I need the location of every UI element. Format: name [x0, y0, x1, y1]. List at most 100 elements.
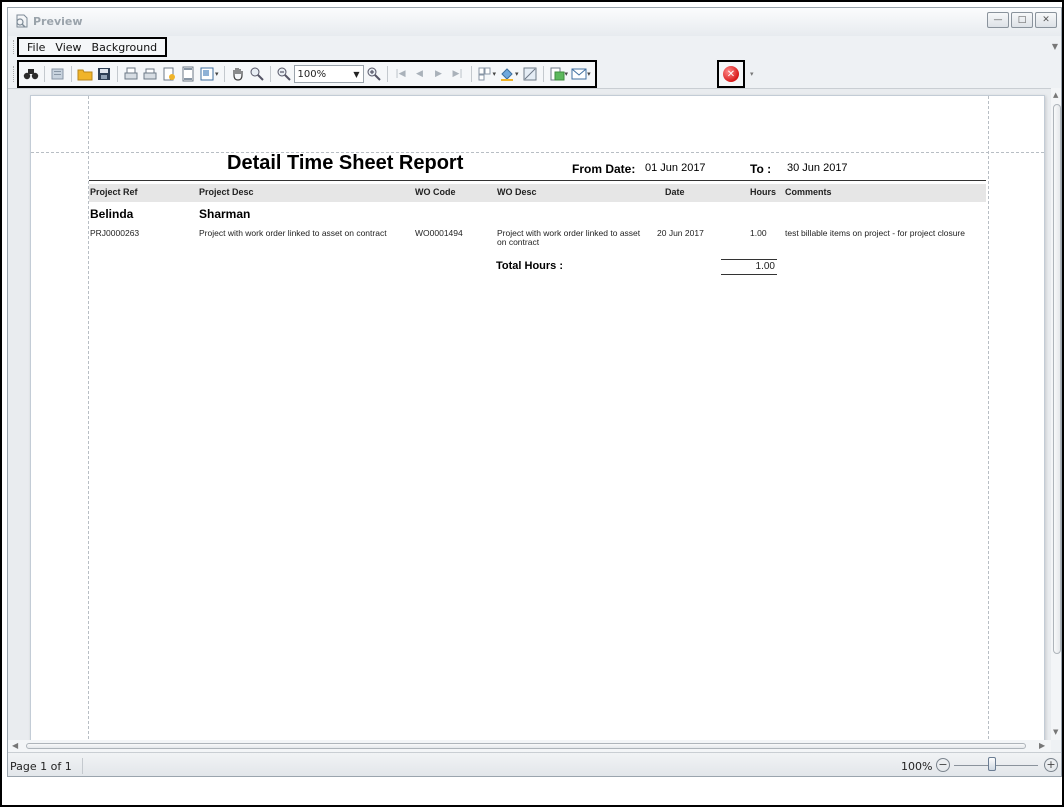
total-hours-value: 1.00 [721, 259, 777, 275]
cell-wo-desc: Project with work order linked to asset … [497, 228, 641, 248]
minimize-icon: — [993, 15, 1003, 25]
watermark-icon[interactable] [521, 65, 539, 83]
next-page-icon[interactable]: ▶ [430, 65, 448, 83]
multiple-pages-icon[interactable] [476, 65, 494, 83]
menubar-overflow-chevron-icon[interactable]: ▼ [1052, 42, 1058, 51]
zoom-out-icon[interactable] [275, 65, 293, 83]
export-dropdown-icon[interactable]: ▾ [565, 70, 569, 78]
column-header-project-desc: Project Desc [199, 187, 254, 197]
toolbar-separator [117, 66, 118, 82]
employee-first-name: Belinda [90, 207, 134, 221]
zoom-slider-track[interactable] [954, 765, 1038, 766]
zoom-percentage: 100% [901, 760, 933, 773]
maximize-icon: □ [1017, 15, 1027, 25]
cell-hours: 1.00 [750, 228, 767, 238]
menu-file[interactable]: File [22, 41, 50, 54]
first-page-icon[interactable]: |◀ [392, 65, 410, 83]
toolbar-separator [542, 66, 544, 82]
status-bar: Page 1 of 1 100% − + [8, 752, 1061, 776]
cell-date: 20 Jun 2017 [657, 228, 704, 238]
header-footer-icon[interactable] [179, 65, 197, 83]
document-viewport[interactable]: Detail Time Sheet Report From Date: 01 J… [8, 88, 1051, 755]
maximize-button[interactable]: □ [1011, 12, 1033, 28]
column-header-hours: Hours [750, 187, 777, 197]
horizontal-scroll-thumb[interactable] [26, 743, 1026, 749]
toolbar-separator [223, 66, 225, 82]
open-folder-icon[interactable] [76, 65, 94, 83]
close-preview-dropdown-icon[interactable]: ▾ [750, 70, 754, 78]
toolbar: ▾ 100% ▼ |◀ ◀ ▶ ▶| ▾ ▾ ▾ ▾ [17, 60, 597, 88]
send-email-dropdown-icon[interactable]: ▾ [587, 70, 591, 78]
toolbar-separator [470, 66, 472, 82]
scroll-down-icon[interactable]: ▼ [1053, 728, 1058, 736]
hand-tool-icon[interactable] [229, 65, 247, 83]
screenshot-frame: Preview — □ ✕ File View Background ▼ ▾ 1… [0, 0, 1064, 807]
page-counter: Page 1 of 1 [10, 760, 72, 773]
top-margin-guide [31, 152, 1044, 153]
to-date-label: To : [750, 162, 772, 176]
find-binoculars-icon[interactable] [22, 65, 40, 83]
page-setup-icon[interactable] [160, 65, 178, 83]
zoom-select[interactable]: 100% ▼ [293, 65, 364, 83]
horizontal-scrollbar[interactable]: ◀ ▶ [8, 740, 1051, 752]
document-map-icon[interactable] [49, 65, 67, 83]
report-title: Detail Time Sheet Report [227, 152, 464, 174]
previous-page-icon[interactable]: ◀ [411, 65, 429, 83]
toolbar-grip-handle[interactable] [13, 66, 15, 82]
zoom-slider-thumb[interactable] [988, 757, 996, 771]
zoom-plus-icon[interactable]: + [1044, 758, 1058, 772]
background-color-icon[interactable] [498, 65, 516, 83]
close-icon: ✕ [1042, 15, 1050, 25]
scroll-left-icon[interactable]: ◀ [12, 741, 18, 750]
window-controls: — □ ✕ [987, 12, 1057, 28]
close-window-button[interactable]: ✕ [1035, 12, 1057, 28]
close-preview-button[interactable]: ✕ [717, 60, 745, 88]
minimize-button[interactable]: — [987, 12, 1009, 28]
export-document-icon[interactable] [548, 65, 566, 83]
scroll-right-icon[interactable]: ▶ [1039, 741, 1045, 750]
column-header-row: Project Ref Project Desc WO Code WO Desc… [89, 184, 986, 202]
menu-bar: File View Background ▼ [8, 36, 1061, 58]
save-icon[interactable] [95, 65, 113, 83]
zoom-in-icon[interactable] [365, 65, 383, 83]
window-title: Preview [33, 15, 83, 28]
cell-comments: test billable items on project - for pro… [785, 228, 965, 238]
last-page-icon[interactable]: ▶| [449, 65, 467, 83]
column-header-comments: Comments [785, 187, 832, 197]
quick-print-icon[interactable] [141, 65, 159, 83]
employee-last-name: Sharman [199, 207, 251, 221]
column-header-wo-desc: WO Desc [497, 187, 537, 197]
chevron-down-icon: ▼ [353, 69, 360, 79]
cell-project-ref: PRJ0000263 [90, 228, 140, 238]
from-date-value: 01 Jun 2017 [645, 162, 706, 174]
zoom-minus-icon[interactable]: − [936, 758, 950, 772]
magnifier-icon[interactable] [248, 65, 266, 83]
toolbar-separator [269, 66, 271, 82]
menu-highlight-box: File View Background [17, 37, 168, 57]
menu-view[interactable]: View [50, 41, 86, 54]
toolbar-separator [71, 66, 72, 82]
send-email-icon[interactable] [570, 65, 588, 83]
scale-icon[interactable] [198, 65, 216, 83]
from-date-label: From Date: [572, 162, 636, 176]
zoom-select-value: 100% [297, 68, 327, 80]
multiple-pages-dropdown-icon[interactable]: ▾ [493, 70, 497, 78]
vertical-scroll-thumb[interactable] [1053, 104, 1061, 654]
toolbar-separator [386, 66, 388, 82]
menu-background[interactable]: Background [87, 41, 163, 54]
print-dialog-icon[interactable] [122, 65, 140, 83]
right-margin-guide [988, 96, 989, 754]
background-color-dropdown-icon[interactable]: ▾ [515, 70, 519, 78]
total-hours-label: Total Hours : [496, 260, 564, 272]
column-header-date: Date [665, 187, 685, 197]
scroll-up-icon[interactable]: ▲ [1053, 91, 1058, 99]
menubar-grip-handle[interactable] [13, 40, 15, 54]
scale-dropdown-icon[interactable]: ▾ [215, 70, 219, 78]
cell-wo-code: WO0001494 [415, 228, 463, 238]
status-separator [82, 758, 83, 774]
vertical-scrollbar[interactable]: ▲ ▼ [1051, 88, 1061, 740]
to-date-value: 30 Jun 2017 [787, 162, 848, 174]
toolbar-separator [44, 66, 45, 82]
title-divider [89, 180, 986, 181]
close-preview-icon: ✕ [723, 66, 739, 82]
